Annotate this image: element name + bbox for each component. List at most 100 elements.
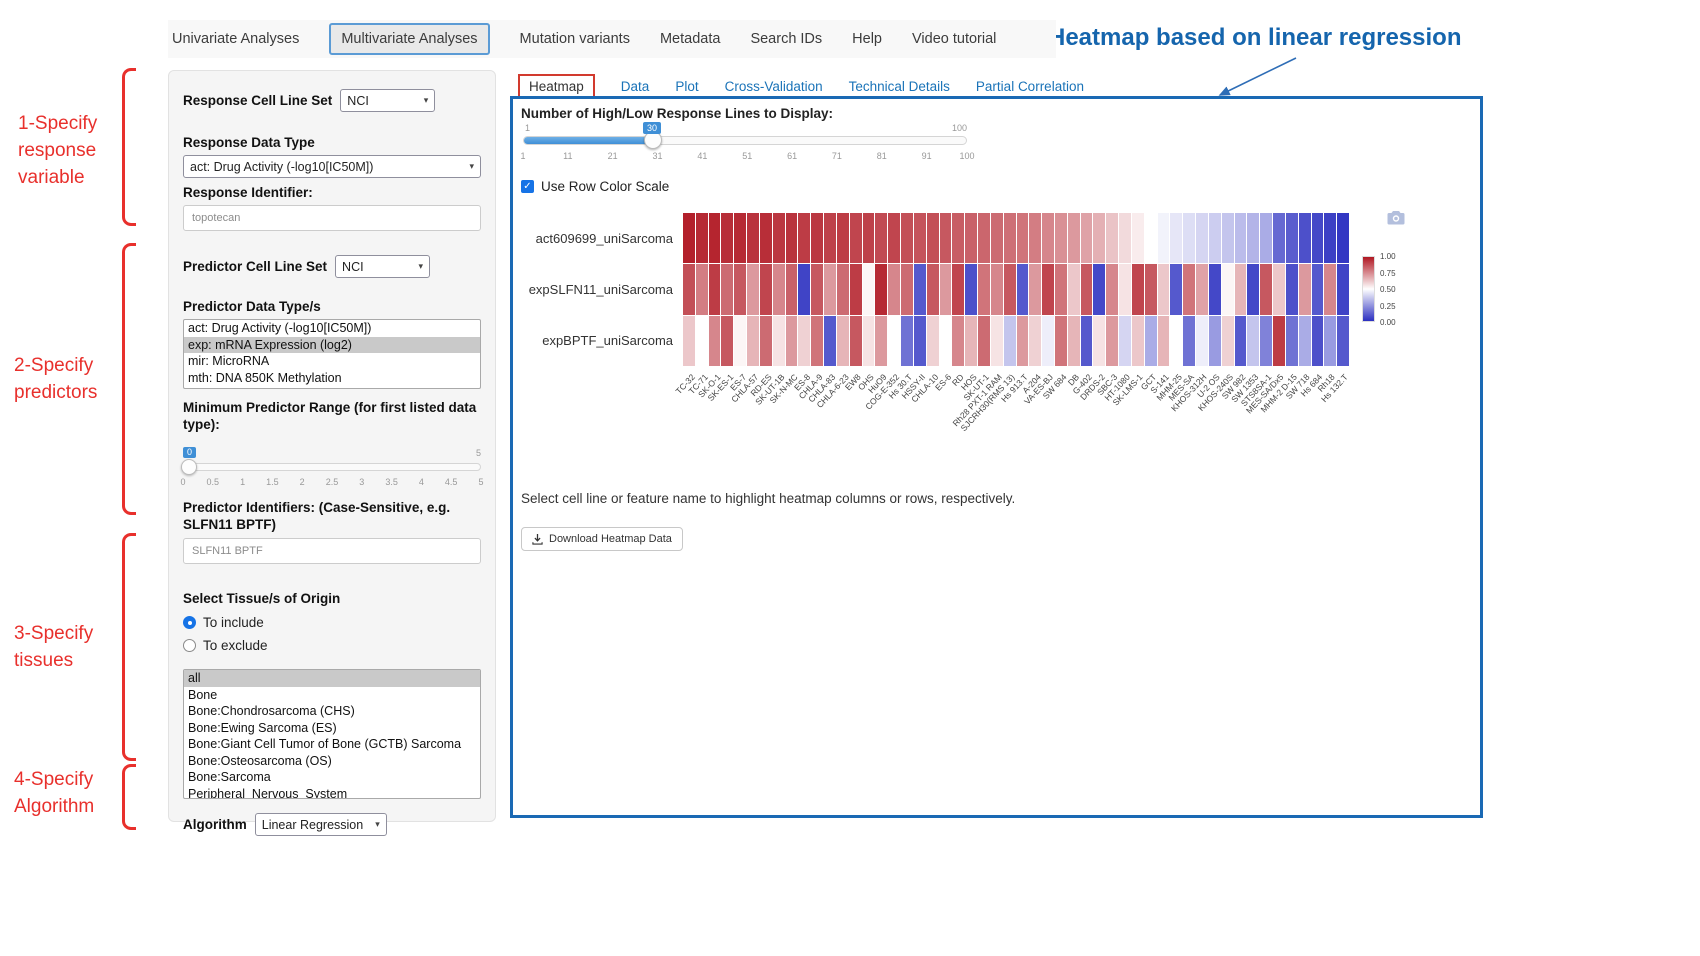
tab-partial-correlation[interactable]: Partial Correlation [976, 79, 1084, 94]
heatmap-cell[interactable] [1106, 264, 1118, 314]
heatmap-cell[interactable] [940, 264, 952, 314]
heatmap-cell[interactable] [875, 316, 887, 366]
heatmap-cell[interactable] [1222, 316, 1234, 366]
listbox-option[interactable]: Peripheral_Nervous_System [184, 786, 480, 800]
listbox-option[interactable]: mth: DNA 850K Methylation [184, 370, 480, 387]
heatmap-cell[interactable] [940, 316, 952, 366]
heatmap-cell[interactable] [760, 316, 772, 366]
response-lines-slider-track[interactable] [523, 136, 967, 145]
heatmap-cell[interactable] [914, 316, 926, 366]
listbox-option[interactable]: exp: mRNA Expression (log2) [184, 337, 480, 354]
heatmap-cell[interactable] [683, 213, 695, 263]
tab-data[interactable]: Data [621, 79, 650, 94]
heatmap-cell[interactable] [811, 264, 823, 314]
heatmap-cell[interactable] [1145, 316, 1157, 366]
row-color-scale-checkbox[interactable] [521, 180, 534, 193]
tissue-exclude-radio[interactable] [183, 639, 196, 652]
heatmap-cell[interactable] [1029, 213, 1041, 263]
heatmap-cell[interactable] [1247, 316, 1259, 366]
heatmap-cell[interactable] [1106, 213, 1118, 263]
listbox-option[interactable]: Bone:Ewing Sarcoma (ES) [184, 720, 480, 737]
heatmap-cell[interactable] [1055, 316, 1067, 366]
heatmap-cell[interactable] [1119, 213, 1131, 263]
heatmap-cell[interactable] [1273, 316, 1285, 366]
heatmap-cell[interactable] [1068, 213, 1080, 263]
heatmap-cell[interactable] [1093, 213, 1105, 263]
predictor-identifiers-input[interactable] [183, 538, 481, 564]
heatmap-cell[interactable] [696, 264, 708, 314]
heatmap-cell[interactable] [940, 213, 952, 263]
heatmap-cell[interactable] [991, 264, 1003, 314]
heatmap-cell[interactable] [1260, 213, 1272, 263]
heatmap-cell[interactable] [1017, 316, 1029, 366]
heatmap-cell[interactable] [1247, 264, 1259, 314]
heatmap-cell[interactable] [1324, 316, 1336, 366]
heatmap-cell[interactable] [1222, 213, 1234, 263]
heatmap-cell[interactable] [721, 316, 733, 366]
heatmap-cell[interactable] [1132, 264, 1144, 314]
nav-item-metadata[interactable]: Metadata [660, 31, 720, 47]
heatmap-cell[interactable] [798, 316, 810, 366]
heatmap-cell[interactable] [888, 213, 900, 263]
heatmap-cell[interactable] [1209, 316, 1221, 366]
heatmap-cell[interactable] [875, 213, 887, 263]
heatmap-cell[interactable] [1106, 316, 1118, 366]
heatmap-cell[interactable] [1260, 316, 1272, 366]
listbox-option[interactable]: Bone:Chondrosarcoma (CHS) [184, 703, 480, 720]
heatmap-cell[interactable] [747, 213, 759, 263]
heatmap-cell[interactable] [850, 264, 862, 314]
heatmap-cell[interactable] [1170, 316, 1182, 366]
heatmap-cell[interactable] [709, 264, 721, 314]
heatmap-cell[interactable] [901, 264, 913, 314]
heatmap-cell[interactable] [863, 264, 875, 314]
heatmap-cell[interactable] [824, 264, 836, 314]
heatmap-cell[interactable] [1119, 264, 1131, 314]
listbox-option[interactable]: mir: MicroRNA [184, 353, 480, 370]
heatmap-cell[interactable] [1081, 316, 1093, 366]
tab-technical-details[interactable]: Technical Details [849, 79, 950, 94]
heatmap-cell[interactable] [1196, 316, 1208, 366]
heatmap-cell[interactable] [1209, 213, 1221, 263]
heatmap-cell[interactable] [683, 264, 695, 314]
heatmap-cell[interactable] [927, 316, 939, 366]
predictor-range-handle[interactable] [181, 459, 197, 475]
heatmap-cell[interactable] [1337, 316, 1349, 366]
response-data-type-select[interactable]: act: Drug Activity (-log10[IC50M]) ▾ [183, 155, 481, 178]
heatmap-cell[interactable] [1042, 213, 1054, 263]
heatmap-cell[interactable] [1081, 264, 1093, 314]
heatmap-cell[interactable] [760, 264, 772, 314]
listbox-option[interactable]: act: Drug Activity (-log10[IC50M]) [184, 320, 480, 337]
heatmap-cell[interactable] [965, 316, 977, 366]
listbox-option[interactable]: Bone:Sarcoma [184, 769, 480, 786]
heatmap-cell[interactable] [786, 213, 798, 263]
heatmap-cell[interactable] [1183, 316, 1195, 366]
heatmap-cell[interactable] [927, 264, 939, 314]
heatmap-cell[interactable] [721, 213, 733, 263]
heatmap-cell[interactable] [773, 264, 785, 314]
listbox-option[interactable]: all [184, 670, 480, 687]
heatmap-cell[interactable] [1029, 316, 1041, 366]
heatmap-cell[interactable] [1209, 264, 1221, 314]
heatmap-cell[interactable] [798, 213, 810, 263]
heatmap-cell[interactable] [1158, 264, 1170, 314]
heatmap-cell[interactable] [1299, 213, 1311, 263]
heatmap-cell[interactable] [1247, 213, 1259, 263]
heatmap-cell[interactable] [824, 213, 836, 263]
predictor-cell-line-set-select[interactable]: NCI ▾ [335, 255, 430, 278]
heatmap-cell[interactable] [1286, 213, 1298, 263]
heatmap-cell[interactable] [888, 264, 900, 314]
heatmap-cell[interactable] [811, 213, 823, 263]
heatmap-cell[interactable] [1196, 264, 1208, 314]
heatmap-cell[interactable] [824, 316, 836, 366]
nav-item-video-tutorial[interactable]: Video tutorial [912, 31, 996, 47]
heatmap-cell[interactable] [978, 264, 990, 314]
heatmap-row-label[interactable]: expSLFN11_uniSarcoma [513, 264, 679, 315]
heatmap-cell[interactable] [914, 213, 926, 263]
heatmap-cell[interactable] [1093, 316, 1105, 366]
heatmap-cell[interactable] [721, 264, 733, 314]
heatmap-cell[interactable] [888, 316, 900, 366]
tab-cross-validation[interactable]: Cross-Validation [725, 79, 823, 94]
heatmap-cell[interactable] [1042, 316, 1054, 366]
nav-item-multivariate-analyses[interactable]: Multivariate Analyses [329, 23, 489, 55]
heatmap-cell[interactable] [965, 213, 977, 263]
